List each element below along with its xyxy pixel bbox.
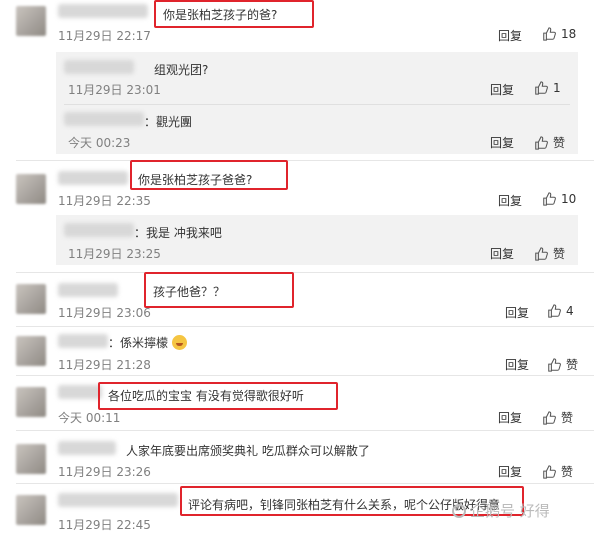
reply-text: ：觀光團 (144, 115, 193, 129)
blurred-username[interactable] (58, 283, 118, 297)
blurred-username[interactable] (58, 493, 178, 507)
thumbs-up-icon (543, 27, 556, 41)
reply-box: ：我是 冲我来吧 11月29日 23:25 回复 赞 (56, 215, 578, 265)
reply-button[interactable]: 回复 (490, 245, 514, 262)
thumbs-up-icon (548, 357, 561, 372)
watermark: 企鹅号 好得 (452, 500, 550, 521)
like-button[interactable]: 赞 (547, 356, 578, 373)
like-count: 赞 (553, 136, 566, 150)
avatar[interactable] (16, 6, 46, 36)
like-button[interactable]: 赞 (542, 463, 573, 480)
thumbs-up-icon (535, 246, 548, 261)
thumbs-up-icon (543, 464, 556, 479)
divider (16, 483, 594, 484)
thumbs-up-icon (548, 304, 561, 318)
comment-time: 11月29日 22:35 (58, 194, 151, 208)
comment-time: 11月29日 23:06 (58, 306, 151, 320)
comment-text: ：係米擰檬 (108, 334, 187, 351)
comment-text-content: ：係米擰檬 (108, 336, 169, 350)
like-count: 赞 (566, 358, 579, 372)
blurred-username[interactable] (58, 385, 102, 399)
thumbs-up-icon (535, 135, 548, 150)
divider (16, 375, 594, 376)
reply-text: 组观光团? (154, 63, 209, 77)
thumbs-up-icon (543, 192, 556, 206)
divider (16, 326, 594, 327)
blurred-username[interactable] (64, 223, 134, 237)
comment-time: 11月29日 23:26 (58, 465, 151, 479)
avatar[interactable] (16, 444, 46, 474)
reply-text: ：我是 冲我来吧 (134, 226, 222, 240)
penguin-logo-icon (452, 504, 466, 518)
like-count: 赞 (561, 465, 574, 479)
thumbs-up-icon (543, 410, 556, 425)
reply-button[interactable]: 回复 (498, 192, 522, 209)
like-button[interactable]: 1 (534, 81, 561, 95)
blurred-username[interactable] (58, 334, 108, 348)
reply-box: 组观光团? 11月29日 23:01 回复 1 ：觀光團 今天 00:23 回复… (56, 52, 578, 154)
comment-time: 11月29日 22:45 (58, 518, 151, 532)
divider (16, 272, 594, 273)
comment-time: 今天 00:11 (58, 411, 121, 425)
comment-time: 11月29日 21:28 (58, 358, 151, 372)
watermark-text: 企鹅号 好得 (470, 502, 550, 520)
divider (64, 104, 570, 105)
blurred-username[interactable] (64, 60, 134, 74)
like-button[interactable]: 赞 (534, 245, 565, 262)
reply-button[interactable]: 回复 (498, 409, 522, 426)
comment-text: 你是张柏芝孩子的爸? (163, 8, 278, 22)
reply-time: 11月29日 23:01 (68, 83, 161, 97)
like-count: 1 (553, 81, 561, 95)
avatar[interactable] (16, 495, 46, 525)
comment-text: 人家年底要出席颁奖典礼 吃瓜群众可以解散了 (126, 444, 370, 458)
thumbs-up-icon (535, 81, 548, 95)
avatar[interactable] (16, 387, 46, 417)
comment-text: 孩子他爸？？ (153, 285, 226, 299)
divider (16, 430, 594, 431)
like-button[interactable]: 18 (542, 27, 576, 41)
reply-button[interactable]: 回复 (490, 134, 514, 151)
blurred-username[interactable] (58, 171, 128, 185)
like-count: 18 (561, 27, 577, 41)
grinning-emoji-icon (171, 335, 187, 350)
avatar[interactable] (16, 284, 46, 314)
like-button[interactable]: 4 (547, 304, 574, 318)
like-count: 赞 (561, 411, 574, 425)
like-button[interactable]: 赞 (534, 134, 565, 151)
reply-button[interactable]: 回复 (505, 304, 529, 321)
reply-time: 11月29日 23:25 (68, 247, 161, 261)
comment-text: 你是张柏芝孩子爸爸? (138, 173, 253, 187)
avatar[interactable] (16, 336, 46, 366)
like-button[interactable]: 赞 (542, 409, 573, 426)
reply-button[interactable]: 回复 (490, 81, 514, 98)
blurred-username[interactable] (58, 4, 148, 18)
reply-button[interactable]: 回复 (498, 463, 522, 480)
like-count: 4 (566, 304, 574, 318)
comment-text: 各位吃瓜的宝宝 有没有觉得歌很好听 (108, 389, 304, 403)
blurred-username[interactable] (58, 441, 116, 455)
divider (16, 160, 594, 161)
reply-button[interactable]: 回复 (505, 356, 529, 373)
blurred-username[interactable] (64, 112, 144, 126)
avatar[interactable] (16, 174, 46, 204)
like-count: 赞 (553, 247, 566, 261)
like-count: 10 (561, 192, 577, 206)
reply-button[interactable]: 回复 (498, 27, 522, 44)
comment-time: 11月29日 22:17 (58, 29, 151, 43)
reply-time: 今天 00:23 (68, 136, 131, 150)
like-button[interactable]: 10 (542, 192, 576, 206)
